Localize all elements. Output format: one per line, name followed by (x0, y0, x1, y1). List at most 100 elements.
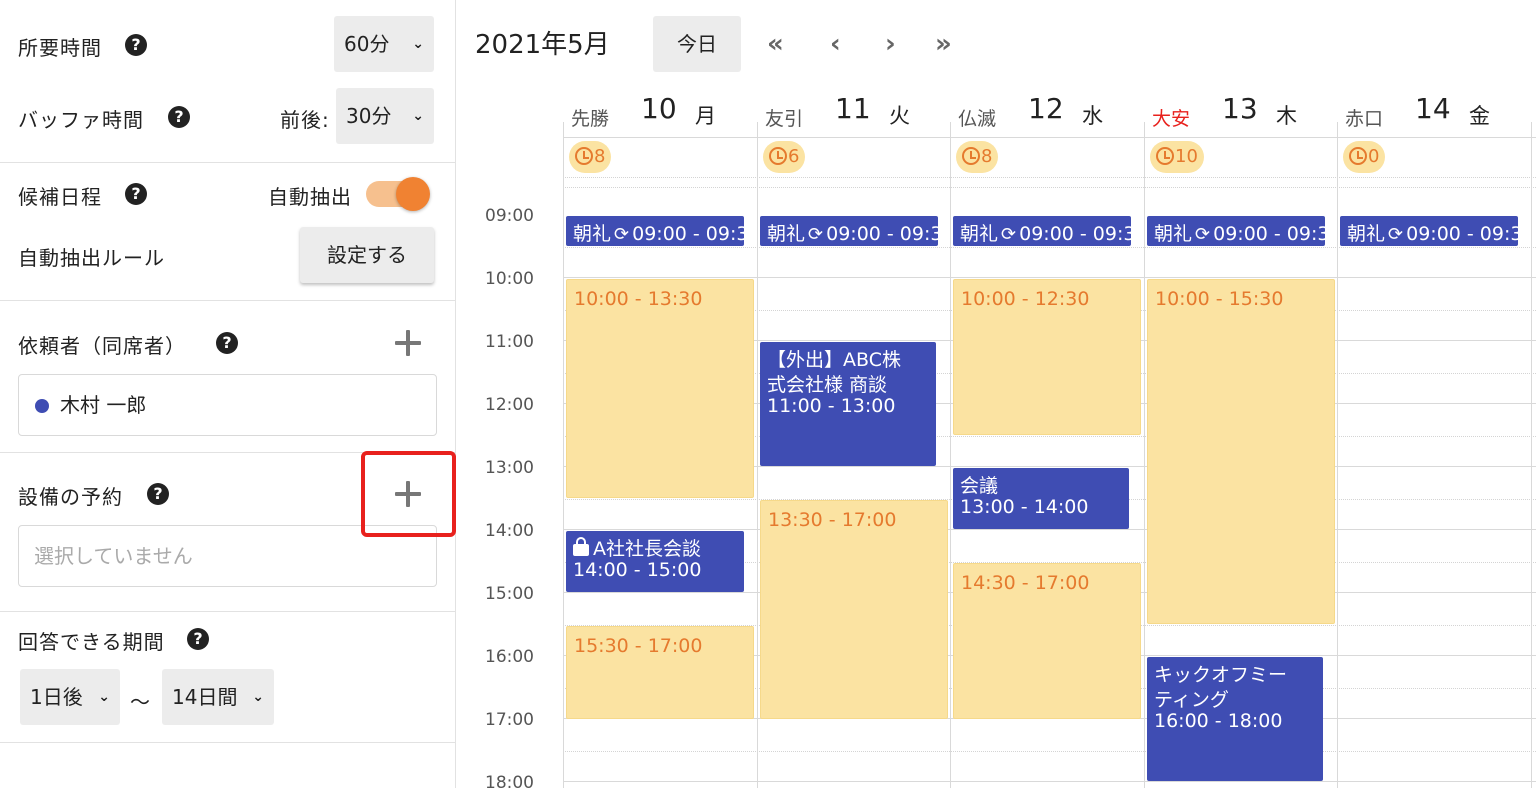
auto-extract-label: 自動抽出 (268, 185, 352, 209)
event-title: 【外出】ABC株 (767, 349, 901, 371)
day-weekday: 月 (695, 104, 716, 128)
slot-time: 10:00 - 13:30 (574, 288, 703, 310)
duration-select[interactable]: 60分 ⌄ (334, 16, 434, 72)
candidate-count: 6 (788, 146, 800, 167)
clock-icon (962, 147, 980, 165)
requester-help-icon[interactable]: ? (216, 332, 238, 354)
requester-list[interactable]: 木村 一郎 (18, 374, 437, 436)
settings-sidebar: 所要時間 ? 60分 ⌄ バッファ時間 ? 前後: 30分 ⌄ 候補日程 ? 自… (0, 0, 456, 788)
candidate-slot[interactable]: 13:30 - 17:00 (760, 500, 948, 719)
duration-select-value: 60分 (344, 32, 390, 56)
candidate-label: 候補日程 (18, 185, 102, 209)
candidate-count-badge[interactable]: 8 (569, 141, 612, 173)
buffer-help-icon[interactable]: ? (168, 106, 190, 128)
divider (0, 300, 455, 301)
day-rokuyo: 大安 (1152, 108, 1191, 130)
settings-button[interactable]: 設定する (300, 227, 434, 283)
recurring-icon: ⟳ (1001, 224, 1017, 245)
candidate-count-badge[interactable]: 10 (1150, 141, 1204, 173)
event-line: A社社長会談 (573, 534, 701, 561)
requester-label: 依頼者（同席者） (18, 334, 186, 358)
event-line: 朝礼⟳09:00 - 09:30 (573, 219, 744, 246)
day-weekday: 金 (1469, 104, 1490, 128)
event-title-line2: ティング (1154, 689, 1229, 711)
add-requester-icon[interactable] (393, 328, 423, 358)
user-color-dot (35, 399, 49, 413)
calendar-event[interactable]: 朝礼⟳09:00 - 09:30 (1340, 216, 1518, 246)
day-number: 14 (1415, 92, 1451, 125)
calendar-event[interactable]: 朝礼⟳09:00 - 09:30 (953, 216, 1131, 246)
slot-time: 10:00 - 15:30 (1155, 288, 1284, 310)
recurring-icon: ⟳ (808, 224, 824, 245)
period-end-select[interactable]: 14日間 ⌄ (162, 669, 274, 725)
event-time: 11:00 - 13:00 (767, 395, 896, 417)
hour-line (563, 781, 1536, 782)
candidate-slot[interactable]: 14:30 - 17:00 (953, 563, 1141, 719)
calendar-event[interactable]: 朝礼⟳09:00 - 09:30 (760, 216, 938, 246)
calendar-event[interactable]: 【外出】ABC株 式会社様 商談 11:00 - 13:00 (760, 342, 936, 466)
day-header-13[interactable]: 大安 13 木 10 (1144, 0, 1338, 188)
time-label: 15:00 (485, 584, 534, 604)
day-header-11[interactable]: 友引 11 火 6 (757, 0, 951, 188)
period-start-select[interactable]: 1日後 ⌄ (20, 669, 120, 725)
divider (0, 162, 455, 163)
clock-icon (769, 147, 787, 165)
time-label: 14:00 (485, 521, 534, 541)
event-title: 朝礼 (573, 223, 612, 245)
event-time: 16:00 - 18:00 (1154, 710, 1283, 732)
day-column-divider (757, 122, 758, 788)
facility-help-icon[interactable]: ? (147, 483, 169, 505)
period-end-value: 14日間 (172, 685, 238, 709)
candidate-slot[interactable]: 10:00 - 13:30 (566, 279, 754, 498)
event-title-line2: 式会社様 商談 (767, 374, 888, 396)
period-tilde: 〜 (130, 690, 151, 714)
event-line: 朝礼⟳09:00 - 09:30 (767, 219, 938, 246)
calendar-event[interactable]: 会議 13:00 - 14:00 (953, 468, 1129, 529)
event-time: 09:00 - 09:30 (632, 223, 744, 245)
clock-icon (1156, 147, 1174, 165)
candidate-count: 0 (1368, 146, 1380, 167)
day-weekday: 火 (889, 104, 910, 128)
time-label: 18:00 (485, 773, 534, 788)
candidate-count: 10 (1175, 146, 1198, 167)
time-label: 10:00 (485, 269, 534, 289)
day-header-12[interactable]: 仏滅 12 水 8 (950, 0, 1144, 188)
buffer-select-value: 30分 (346, 104, 392, 128)
candidate-help-icon[interactable]: ? (125, 183, 147, 205)
answer-period-help-icon[interactable]: ? (187, 628, 209, 650)
chevron-down-icon: ⌄ (252, 689, 264, 705)
event-time: 14:00 - 15:00 (573, 559, 702, 581)
toggle-knob[interactable] (396, 177, 430, 211)
calendar-event[interactable]: 朝礼⟳09:00 - 09:30 (1147, 216, 1325, 246)
day-number: 11 (835, 92, 871, 125)
day-header-10[interactable]: 先勝 10 月 8 (563, 0, 757, 188)
event-time: 09:00 - 09:30 (1406, 223, 1518, 245)
event-line: 朝礼⟳09:00 - 09:30 (960, 219, 1131, 246)
event-line: 朝礼⟳09:00 - 09:30 (1347, 219, 1518, 246)
requester-name: 木村 一郎 (60, 393, 147, 417)
calendar-event[interactable]: キックオフミー ティング 16:00 - 18:00 (1147, 657, 1323, 781)
recurring-icon: ⟳ (1195, 224, 1211, 245)
candidate-count-badge[interactable]: 6 (763, 141, 806, 173)
calendar-event[interactable]: 朝礼⟳09:00 - 09:30 (566, 216, 744, 246)
day-rokuyo: 赤口 (1345, 108, 1384, 130)
highlight-frame (361, 451, 456, 537)
calendar-event[interactable]: A社社長会談 14:00 - 15:00 (566, 531, 744, 592)
hour-line (563, 529, 1536, 530)
event-title: 朝礼 (767, 223, 806, 245)
divider (0, 742, 455, 743)
duration-help-icon[interactable]: ? (125, 34, 147, 56)
candidate-slot[interactable]: 15:30 - 17:00 (566, 626, 754, 719)
answer-period-label: 回答できる期間 (18, 630, 165, 654)
candidate-count: 8 (594, 146, 606, 167)
slot-time: 10:00 - 12:30 (961, 288, 1090, 310)
event-time: 13:00 - 14:00 (960, 496, 1089, 518)
buffer-select[interactable]: 30分 ⌄ (336, 88, 434, 144)
day-header-14[interactable]: 赤口 14 金 0 (1337, 0, 1531, 188)
candidate-slot[interactable]: 10:00 - 15:30 (1147, 279, 1335, 624)
candidate-count-badge[interactable]: 8 (956, 141, 999, 173)
day-column-divider (1144, 122, 1145, 788)
clock-icon (575, 147, 593, 165)
candidate-count-badge[interactable]: 0 (1343, 141, 1386, 173)
candidate-slot[interactable]: 10:00 - 12:30 (953, 279, 1141, 435)
